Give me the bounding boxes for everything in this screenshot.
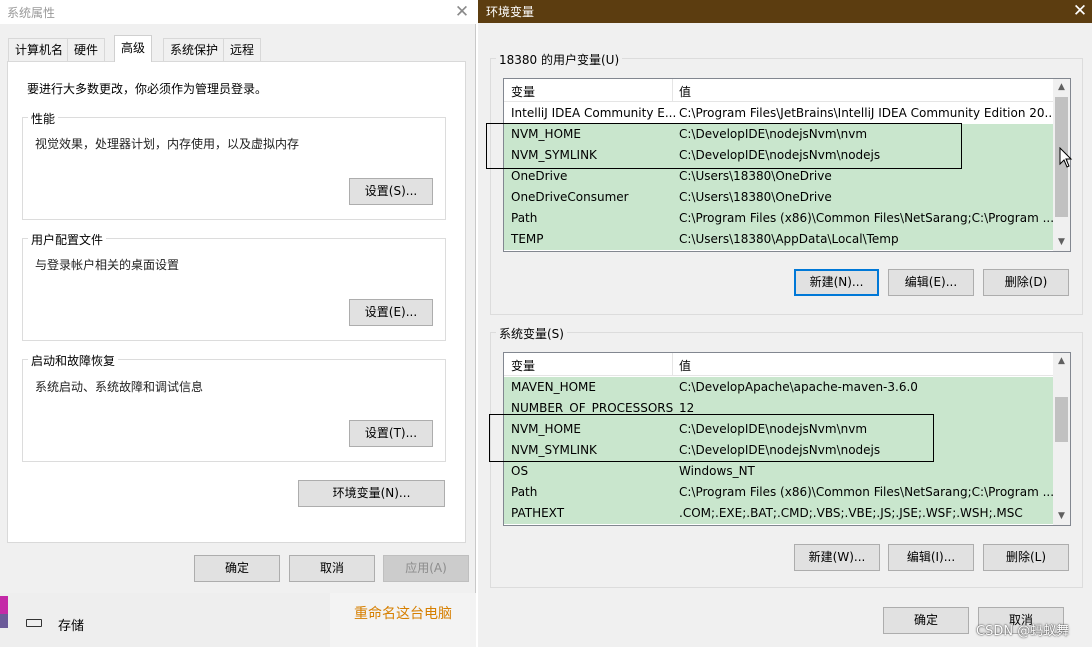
column-header-variable[interactable]: 变量 <box>511 357 535 374</box>
environment-variables-button[interactable]: 环境变量(N)... <box>298 480 445 507</box>
cancel-button[interactable]: 取消 <box>289 555 375 582</box>
variable-name: OneDriveConsumer <box>511 190 629 204</box>
settings-nav-pane <box>0 593 330 647</box>
variable-value: C:\Program Files (x86)\Common Files\NetS… <box>679 211 1053 225</box>
variable-value: C:\Program Files\JetBrains\IntelliJ IDEA… <box>679 106 1053 120</box>
variable-value: C:\Program Files (x86)\Common Files\NetS… <box>679 485 1053 499</box>
rename-pc-link[interactable]: 重命名这台电脑 <box>354 603 452 623</box>
close-icon[interactable]: ✕ <box>452 1 472 23</box>
table-row[interactable]: PATHEXT .COM;.EXE;.BAT;.CMD;.VBS;.VBE;.J… <box>504 503 1053 524</box>
tab-hardware[interactable]: 硬件 <box>67 38 106 61</box>
window-title: 系统属性 <box>7 6 56 20</box>
variable-name: PATHEXT <box>511 506 565 520</box>
tab-remote[interactable]: 远程 <box>223 38 262 61</box>
system-edit-button[interactable]: 编辑(I)... <box>888 544 974 571</box>
tab-system-protection[interactable]: 系统保护 <box>163 38 226 61</box>
watermark: CSDN @蚂蚁舞 <box>976 624 1070 639</box>
user-profiles-description: 与登录帐户相关的桌面设置 <box>35 258 180 272</box>
variable-name: Path <box>511 211 538 225</box>
variable-value: C:\Users\18380\OneDrive <box>679 190 832 204</box>
performance-group-title: 性能 <box>28 110 59 127</box>
variable-name: MAVEN_HOME <box>511 380 596 394</box>
highlight-box <box>489 414 934 462</box>
vertical-scrollbar[interactable]: ▲ ▼ <box>1053 353 1070 525</box>
column-header-value[interactable]: 值 <box>679 83 691 100</box>
table-row[interactable]: Path C:\Program Files (x86)\Common Files… <box>504 208 1053 229</box>
variable-name: NUMBER_OF_PROCESSORS <box>511 401 674 415</box>
column-header-variable[interactable]: 变量 <box>511 83 535 100</box>
scroll-down-icon[interactable]: ▼ <box>1053 234 1070 251</box>
variable-value: C:\DevelopApache\apache-maven-3.6.0 <box>679 380 918 394</box>
table-row[interactable]: Path C:\Program Files (x86)\Common Files… <box>504 482 1053 503</box>
table-row[interactable]: OneDriveConsumer C:\Users\18380\OneDrive <box>504 187 1053 208</box>
table-row[interactable]: TEMP C:\Users\18380\AppData\Local\Temp <box>504 229 1053 250</box>
variable-name: TEMP <box>511 232 544 246</box>
column-separator <box>672 353 673 376</box>
startup-recovery-settings-button[interactable]: 设置(T)... <box>349 420 433 447</box>
nav-item-storage[interactable]: 存储 <box>58 615 84 634</box>
admin-notice: 要进行大多数更改，你必须作为管理员登录。 <box>27 82 268 96</box>
tab-computer-name[interactable]: 计算机名 <box>8 38 71 61</box>
title-bar: 系统属性 ✕ <box>0 0 476 24</box>
scroll-up-icon[interactable]: ▲ <box>1053 353 1070 370</box>
user-new-button[interactable]: 新建(N)... <box>794 269 879 296</box>
ok-button[interactable]: 确定 <box>194 555 280 582</box>
variable-value: Windows_NT <box>679 464 755 478</box>
tab-advanced[interactable]: 高级 <box>114 35 153 62</box>
user-delete-button[interactable]: 删除(D) <box>983 269 1069 296</box>
variable-name: IntelliJ IDEA Community E... <box>511 106 677 120</box>
scroll-thumb[interactable] <box>1055 397 1068 442</box>
app-edge-decoration <box>0 596 8 614</box>
performance-settings-button[interactable]: 设置(S)... <box>349 178 433 205</box>
close-icon[interactable]: ✕ <box>1068 0 1092 22</box>
drive-icon <box>26 619 42 627</box>
highlight-box <box>486 123 962 169</box>
scroll-down-icon[interactable]: ▼ <box>1053 508 1070 525</box>
column-header-value[interactable]: 值 <box>679 357 691 374</box>
table-row[interactable]: OS Windows_NT <box>504 461 1053 482</box>
apply-button[interactable]: 应用(A) <box>383 555 469 582</box>
variable-name: OneDrive <box>511 169 568 183</box>
scroll-up-icon[interactable]: ▲ <box>1053 79 1070 96</box>
column-separator <box>672 79 673 102</box>
system-properties-window: 系统属性 ✕ 计算机名 硬件 高级 系统保护 远程 要进行大多数更改，你必须作为… <box>0 0 476 593</box>
performance-description: 视觉效果，处理器计划，内存使用，以及虚拟内存 <box>35 137 300 151</box>
user-edit-button[interactable]: 编辑(E)... <box>888 269 974 296</box>
startup-recovery-group-title: 启动和故障恢复 <box>28 352 119 369</box>
title-bar: 环境变量 ✕ <box>478 0 1092 23</box>
environment-variables-window: 环境变量 ✕ 18380 的用户变量(U) 变量 值 IntelliJ IDEA… <box>478 0 1092 647</box>
table-row[interactable]: IntelliJ IDEA Community E... C:\Program … <box>504 103 1053 124</box>
startup-recovery-description: 系统启动、系统故障和调试信息 <box>35 380 204 394</box>
window-title: 环境变量 <box>486 5 535 19</box>
system-variables-legend: 系统变量(S) <box>496 325 567 342</box>
user-variables-legend: 18380 的用户变量(U) <box>496 51 623 68</box>
variable-name: Path <box>511 485 538 499</box>
app-edge-decoration-2 <box>0 614 8 628</box>
table-row[interactable]: OneDrive C:\Users\18380\OneDrive <box>504 166 1053 187</box>
variable-value: .COM;.EXE;.BAT;.CMD;.VBS;.VBE;.JS;.JSE;.… <box>679 506 1023 520</box>
user-profiles-group-title: 用户配置文件 <box>28 231 107 248</box>
variable-value: 12 <box>679 401 695 415</box>
system-new-button[interactable]: 新建(W)... <box>794 544 880 571</box>
mouse-cursor-icon <box>1059 147 1073 168</box>
variable-name: OS <box>511 464 529 478</box>
variable-value: C:\Users\18380\AppData\Local\Temp <box>679 232 899 246</box>
list-header: 变量 值 <box>504 353 1070 376</box>
ok-button[interactable]: 确定 <box>883 607 969 634</box>
system-delete-button[interactable]: 删除(L) <box>983 544 1069 571</box>
variable-value: C:\Users\18380\OneDrive <box>679 169 832 183</box>
table-row[interactable]: MAVEN_HOME C:\DevelopApache\apache-maven… <box>504 377 1053 398</box>
user-profiles-settings-button[interactable]: 设置(E)... <box>349 299 433 326</box>
list-header: 变量 值 <box>504 79 1070 102</box>
